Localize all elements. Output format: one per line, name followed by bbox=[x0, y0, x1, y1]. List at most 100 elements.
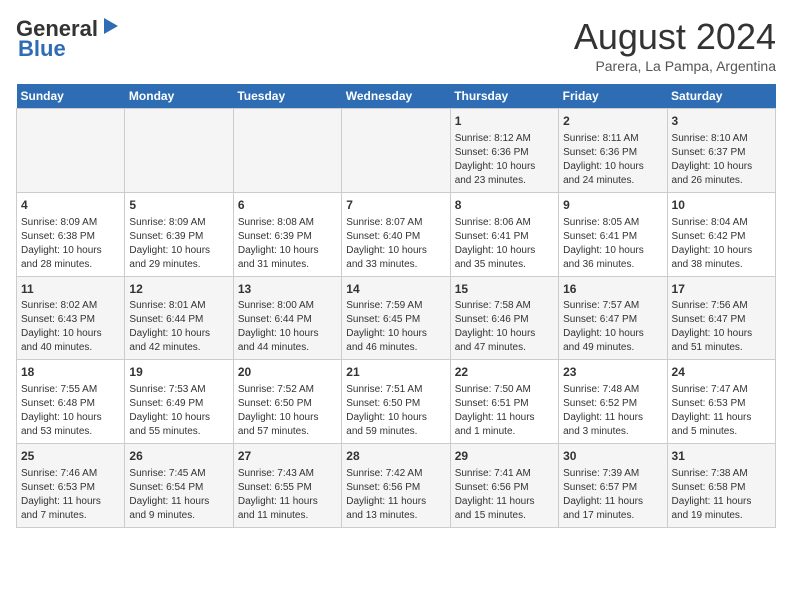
calendar-cell: 30 Sunrise: 7:39 AM Sunset: 6:57 PM Dayli… bbox=[559, 444, 667, 528]
day-info: Sunrise: 7:53 AM Sunset: 6:49 PM Dayligh… bbox=[129, 383, 228, 439]
calendar-cell bbox=[125, 109, 233, 193]
subtitle: Parera, La Pampa, Argentina bbox=[574, 58, 776, 74]
day-info: Sunrise: 7:52 AM Sunset: 6:50 PM Dayligh… bbox=[238, 383, 337, 439]
day-info: Sunrise: 8:10 AM Sunset: 6:37 PM Dayligh… bbox=[672, 132, 771, 188]
week-row-3: 11Sunrise: 8:02 AM Sunset: 6:43 PM Dayli… bbox=[17, 276, 776, 360]
header-day-wednesday: Wednesday bbox=[342, 84, 450, 109]
day-info: Sunrise: 7:39 AM Sunset: 6:57 PM Dayligh… bbox=[563, 467, 662, 523]
calendar-cell: 20 Sunrise: 7:52 AM Sunset: 6:50 PM Dayli… bbox=[233, 360, 341, 444]
day-number: 3 bbox=[672, 113, 771, 130]
calendar-cell: 11Sunrise: 8:02 AM Sunset: 6:43 PM Dayli… bbox=[17, 276, 125, 360]
day-info: Sunrise: 7:57 AM Sunset: 6:47 PM Dayligh… bbox=[563, 299, 662, 355]
day-number: 25 bbox=[21, 448, 120, 465]
calendar-cell: 14Sunrise: 7:59 AM Sunset: 6:45 PM Dayli… bbox=[342, 276, 450, 360]
calendar-cell: 31 Sunrise: 7:38 AM Sunset: 6:58 PM Dayli… bbox=[667, 444, 775, 528]
day-info: Sunrise: 7:56 AM Sunset: 6:47 PM Dayligh… bbox=[672, 299, 771, 355]
calendar-cell: 29 Sunrise: 7:41 AM Sunset: 6:56 PM Dayli… bbox=[450, 444, 558, 528]
calendar-cell bbox=[233, 109, 341, 193]
day-number: 23 bbox=[563, 364, 662, 381]
day-number: 16 bbox=[563, 281, 662, 298]
week-row-2: 4 Sunrise: 8:09 AM Sunset: 6:38 PM Daylig… bbox=[17, 192, 776, 276]
day-info: Sunrise: 8:09 AM Sunset: 6:39 PM Dayligh… bbox=[129, 216, 228, 272]
day-number: 12 bbox=[129, 281, 228, 298]
calendar-cell bbox=[342, 109, 450, 193]
day-info: Sunrise: 7:46 AM Sunset: 6:53 PM Dayligh… bbox=[21, 467, 120, 523]
calendar-header-row: SundayMondayTuesdayWednesdayThursdayFrid… bbox=[17, 84, 776, 109]
day-info: Sunrise: 8:01 AM Sunset: 6:44 PM Dayligh… bbox=[129, 299, 228, 355]
header-day-tuesday: Tuesday bbox=[233, 84, 341, 109]
calendar-cell: 8Sunrise: 8:06 AM Sunset: 6:41 PM Daylig… bbox=[450, 192, 558, 276]
day-number: 10 bbox=[672, 197, 771, 214]
calendar-cell: 24Sunrise: 7:47 AM Sunset: 6:53 PM Dayli… bbox=[667, 360, 775, 444]
calendar-cell: 18 Sunrise: 7:55 AM Sunset: 6:48 PM Dayli… bbox=[17, 360, 125, 444]
day-info: Sunrise: 8:02 AM Sunset: 6:43 PM Dayligh… bbox=[21, 299, 120, 355]
day-number: 17 bbox=[672, 281, 771, 298]
day-number: 11 bbox=[21, 281, 120, 298]
page-header: General Blue August 2024 Parera, La Pamp… bbox=[16, 16, 776, 74]
week-row-1: 1 Sunrise: 8:12 AM Sunset: 6:36 PM Daylig… bbox=[17, 109, 776, 193]
day-info: Sunrise: 7:55 AM Sunset: 6:48 PM Dayligh… bbox=[21, 383, 120, 439]
day-info: Sunrise: 8:08 AM Sunset: 6:39 PM Dayligh… bbox=[238, 216, 337, 272]
day-info: Sunrise: 7:58 AM Sunset: 6:46 PM Dayligh… bbox=[455, 299, 554, 355]
logo: General Blue bbox=[16, 16, 122, 62]
day-number: 31 bbox=[672, 448, 771, 465]
day-number: 24 bbox=[672, 364, 771, 381]
day-info: Sunrise: 7:38 AM Sunset: 6:58 PM Dayligh… bbox=[672, 467, 771, 523]
day-number: 22 bbox=[455, 364, 554, 381]
calendar-cell: 9Sunrise: 8:05 AM Sunset: 6:41 PM Daylig… bbox=[559, 192, 667, 276]
day-info: Sunrise: 8:07 AM Sunset: 6:40 PM Dayligh… bbox=[346, 216, 445, 272]
day-number: 26 bbox=[129, 448, 228, 465]
day-info: Sunrise: 8:04 AM Sunset: 6:42 PM Dayligh… bbox=[672, 216, 771, 272]
logo-icon bbox=[100, 16, 122, 38]
day-info: Sunrise: 7:50 AM Sunset: 6:51 PM Dayligh… bbox=[455, 383, 554, 439]
day-info: Sunrise: 8:09 AM Sunset: 6:38 PM Dayligh… bbox=[21, 216, 120, 272]
calendar-cell: 7 Sunrise: 8:07 AM Sunset: 6:40 PM Daylig… bbox=[342, 192, 450, 276]
calendar-cell: 28Sunrise: 7:42 AM Sunset: 6:56 PM Dayli… bbox=[342, 444, 450, 528]
calendar-cell: 6Sunrise: 8:08 AM Sunset: 6:39 PM Daylig… bbox=[233, 192, 341, 276]
calendar-cell bbox=[17, 109, 125, 193]
day-number: 19 bbox=[129, 364, 228, 381]
day-info: Sunrise: 7:48 AM Sunset: 6:52 PM Dayligh… bbox=[563, 383, 662, 439]
header-day-friday: Friday bbox=[559, 84, 667, 109]
calendar-cell: 27 Sunrise: 7:43 AM Sunset: 6:55 PM Dayli… bbox=[233, 444, 341, 528]
header-day-thursday: Thursday bbox=[450, 84, 558, 109]
day-info: Sunrise: 8:00 AM Sunset: 6:44 PM Dayligh… bbox=[238, 299, 337, 355]
calendar-cell: 21 Sunrise: 7:51 AM Sunset: 6:50 PM Dayli… bbox=[342, 360, 450, 444]
day-number: 15 bbox=[455, 281, 554, 298]
day-info: Sunrise: 7:41 AM Sunset: 6:56 PM Dayligh… bbox=[455, 467, 554, 523]
title-block: August 2024 Parera, La Pampa, Argentina bbox=[574, 16, 776, 74]
calendar-cell: 23 Sunrise: 7:48 AM Sunset: 6:52 PM Dayli… bbox=[559, 360, 667, 444]
calendar-cell: 16Sunrise: 7:57 AM Sunset: 6:47 PM Dayli… bbox=[559, 276, 667, 360]
month-title: August 2024 bbox=[574, 16, 776, 58]
calendar-cell: 22 Sunrise: 7:50 AM Sunset: 6:51 PM Dayli… bbox=[450, 360, 558, 444]
day-info: Sunrise: 8:12 AM Sunset: 6:36 PM Dayligh… bbox=[455, 132, 554, 188]
day-info: Sunrise: 8:06 AM Sunset: 6:41 PM Dayligh… bbox=[455, 216, 554, 272]
logo-blue-text: Blue bbox=[18, 36, 66, 62]
calendar-cell: 12Sunrise: 8:01 AM Sunset: 6:44 PM Dayli… bbox=[125, 276, 233, 360]
day-number: 2 bbox=[563, 113, 662, 130]
day-number: 4 bbox=[21, 197, 120, 214]
day-info: Sunrise: 8:11 AM Sunset: 6:36 PM Dayligh… bbox=[563, 132, 662, 188]
calendar-cell: 3 Sunrise: 8:10 AM Sunset: 6:37 PM Daylig… bbox=[667, 109, 775, 193]
day-number: 21 bbox=[346, 364, 445, 381]
week-row-5: 25 Sunrise: 7:46 AM Sunset: 6:53 PM Dayli… bbox=[17, 444, 776, 528]
day-info: Sunrise: 7:45 AM Sunset: 6:54 PM Dayligh… bbox=[129, 467, 228, 523]
day-info: Sunrise: 7:51 AM Sunset: 6:50 PM Dayligh… bbox=[346, 383, 445, 439]
day-number: 18 bbox=[21, 364, 120, 381]
calendar-cell: 17Sunrise: 7:56 AM Sunset: 6:47 PM Dayli… bbox=[667, 276, 775, 360]
calendar-cell: 4 Sunrise: 8:09 AM Sunset: 6:38 PM Daylig… bbox=[17, 192, 125, 276]
day-number: 7 bbox=[346, 197, 445, 214]
week-row-4: 18 Sunrise: 7:55 AM Sunset: 6:48 PM Dayli… bbox=[17, 360, 776, 444]
calendar-cell: 5Sunrise: 8:09 AM Sunset: 6:39 PM Daylig… bbox=[125, 192, 233, 276]
day-number: 29 bbox=[455, 448, 554, 465]
day-number: 13 bbox=[238, 281, 337, 298]
day-info: Sunrise: 7:43 AM Sunset: 6:55 PM Dayligh… bbox=[238, 467, 337, 523]
calendar-cell: 26 Sunrise: 7:45 AM Sunset: 6:54 PM Dayli… bbox=[125, 444, 233, 528]
day-number: 14 bbox=[346, 281, 445, 298]
calendar-cell: 1 Sunrise: 8:12 AM Sunset: 6:36 PM Daylig… bbox=[450, 109, 558, 193]
day-number: 20 bbox=[238, 364, 337, 381]
day-number: 1 bbox=[455, 113, 554, 130]
calendar-cell: 2 Sunrise: 8:11 AM Sunset: 6:36 PM Daylig… bbox=[559, 109, 667, 193]
day-number: 30 bbox=[563, 448, 662, 465]
day-number: 27 bbox=[238, 448, 337, 465]
